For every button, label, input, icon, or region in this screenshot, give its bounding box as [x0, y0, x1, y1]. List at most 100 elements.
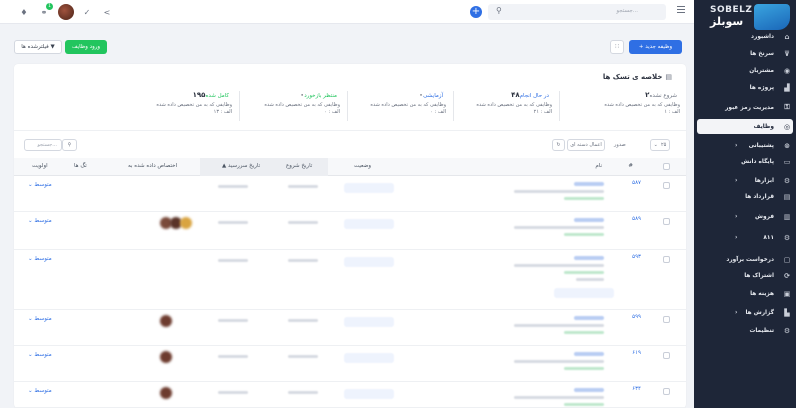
- sidebar-item[interactable]: ◉ مشتریان: [697, 63, 793, 78]
- table-search-icon[interactable]: ⚲: [62, 139, 77, 151]
- refresh-icon[interactable]: ↻: [552, 139, 565, 151]
- page-size-select[interactable]: ⌄ ۲۵: [650, 139, 670, 151]
- assignee-avatar[interactable]: [160, 351, 172, 363]
- status-pill[interactable]: [344, 317, 394, 327]
- assignee-avatar[interactable]: [160, 387, 172, 399]
- row-checkbox[interactable]: [663, 182, 670, 189]
- row-checkbox[interactable]: [663, 218, 670, 225]
- sidebar-item[interactable]: ▟ پروژه ها: [697, 80, 793, 95]
- col-id[interactable]: #: [628, 163, 633, 169]
- sidebar-item[interactable]: ▙ گزارش ها ›: [697, 305, 793, 320]
- sidebar-item[interactable]: ▥ فروش ›: [697, 209, 793, 224]
- table-row[interactable]: ۵۹۹ ⌄ متوسط: [14, 310, 686, 346]
- col-priority[interactable]: اولویت: [32, 163, 48, 169]
- sidebar-item[interactable]: ⚙ ۸۱۱ ›: [697, 230, 793, 245]
- bulk-actions-button[interactable]: اعمال دسته ای: [567, 139, 605, 151]
- task-meta: [564, 367, 604, 370]
- new-task-button[interactable]: + وظیفه جدید: [629, 40, 682, 54]
- table-row[interactable]: ۵۹۳ ⌄ متوسط: [14, 250, 686, 310]
- subtask-pill[interactable]: [554, 288, 614, 298]
- task-id-link[interactable]: ۵۹۹: [632, 314, 641, 320]
- priority-dropdown[interactable]: ⌄ متوسط: [28, 352, 52, 358]
- link-icon[interactable]: ⚭ 1: [37, 3, 53, 19]
- task-id-link[interactable]: ۵۹۳: [632, 254, 641, 260]
- grid-view-icon[interactable]: ∷: [610, 40, 624, 54]
- sidebar-item[interactable]: ⊽ سرنخ ها: [697, 46, 793, 61]
- sidebar-item[interactable]: ⚙ تنظیمات: [697, 323, 793, 338]
- row-checkbox[interactable]: [663, 388, 670, 395]
- col-start-date[interactable]: تاریخ شروع: [286, 163, 312, 169]
- priority-label: متوسط: [34, 388, 52, 394]
- status-pill[interactable]: [344, 389, 394, 399]
- assignee-avatar[interactable]: [160, 315, 172, 327]
- task-name-link[interactable]: [574, 182, 604, 186]
- col-status[interactable]: وضعیت: [354, 163, 371, 169]
- task-name-link[interactable]: [574, 352, 604, 356]
- sidebar-item[interactable]: ▣ هزینه ها: [697, 286, 793, 301]
- status-pill[interactable]: [344, 183, 394, 193]
- brand-logo[interactable]: SOBELZ سوبلز: [700, 4, 790, 30]
- task-id-link[interactable]: ۶۳۴: [632, 386, 641, 392]
- stat-testing[interactable]: ۰آزمایشی وظایفی که به من تخصیص داده شده ا…: [348, 91, 452, 125]
- status-pill[interactable]: [344, 353, 394, 363]
- gears-icon: ⚙: [783, 233, 791, 242]
- stat-awaiting-feedback[interactable]: ۰منتظر بازخورد وظایفی که به من تخصیص داد…: [240, 91, 346, 125]
- task-name-link[interactable]: [574, 218, 604, 222]
- share-icon[interactable]: <: [100, 5, 114, 19]
- page-size-value: ۲۵: [661, 142, 667, 148]
- task-id-link[interactable]: ۵۸۹: [632, 216, 641, 222]
- col-due-date[interactable]: ▲ تاریخ سررسید: [222, 163, 260, 169]
- task-id-link[interactable]: ۶۱۹: [632, 350, 641, 356]
- sidebar-item[interactable]: ⊚ پشتیبانی ›: [697, 138, 793, 153]
- priority-dropdown[interactable]: ⌄ متوسط: [28, 218, 52, 224]
- check-icon[interactable]: ✓: [80, 5, 94, 19]
- row-checkbox[interactable]: [663, 352, 670, 359]
- task-name-link[interactable]: [574, 388, 604, 392]
- filter-dropdown[interactable]: فیلترشده ها ▼: [14, 40, 62, 54]
- priority-dropdown[interactable]: ⌄ متوسط: [28, 388, 52, 394]
- quick-create-button[interactable]: +: [470, 6, 482, 18]
- sidebar-item[interactable]: ▤ قرارداد ها: [697, 189, 793, 204]
- col-name[interactable]: نام: [595, 163, 602, 169]
- task-subtitle: [514, 226, 604, 229]
- task-name-link[interactable]: [574, 316, 604, 320]
- priority-dropdown[interactable]: ⌄ متوسط: [28, 316, 52, 322]
- sidebar-item[interactable]: ◎ وظایف: [697, 119, 793, 134]
- report-icon: ▙: [784, 308, 790, 317]
- table-row[interactable]: ۶۳۴ ⌄ متوسط: [14, 382, 686, 408]
- priority-dropdown[interactable]: ⌄ متوسط: [28, 256, 52, 262]
- sidebar-item[interactable]: ⟳ اشتراک ها: [697, 268, 793, 283]
- stat-in-progress[interactable]: ۴۸در حال انجام وظایفی که به من تخصیص داد…: [454, 91, 558, 125]
- menu-icon[interactable]: [677, 6, 685, 16]
- sidebar-item[interactable]: ⚙ ابزارها ›: [697, 173, 793, 188]
- table-row[interactable]: ۵۸۹ ⌄ متوسط: [14, 212, 686, 250]
- assignee-avatar[interactable]: [180, 217, 192, 229]
- sidebar-item[interactable]: ▢ درخواست برآورد: [697, 252, 793, 267]
- export-button[interactable]: صدور: [614, 142, 626, 148]
- bell-icon[interactable]: ♦: [17, 5, 31, 19]
- status-pill[interactable]: [344, 219, 394, 229]
- table-search-input[interactable]: جستجو...: [24, 139, 62, 151]
- row-checkbox[interactable]: [663, 316, 670, 323]
- import-tasks-button[interactable]: ورود وظایف: [65, 40, 107, 54]
- select-all-checkbox[interactable]: [663, 163, 670, 170]
- priority-label: متوسط: [34, 218, 52, 224]
- priority-dropdown[interactable]: ⌄ متوسط: [28, 182, 52, 188]
- global-search[interactable]: ⚲ جستجو...: [488, 4, 666, 20]
- stat-completed[interactable]: ۱۹۵کامل شده وظایفی که به من تخصیص داده ش…: [124, 91, 238, 125]
- col-tags[interactable]: تگ ها: [74, 163, 87, 169]
- task-name-link[interactable]: [574, 256, 604, 260]
- user-avatar[interactable]: [58, 4, 74, 20]
- row-checkbox[interactable]: [663, 256, 670, 263]
- stat-not-started[interactable]: ۲شروع نشده وظایفی که به من تخصیص داده شد…: [560, 91, 686, 125]
- col-assigned[interactable]: اختصاص داده شده به: [128, 163, 177, 169]
- sidebar-item[interactable]: ▭ پایگاه دانش: [697, 154, 793, 169]
- stat-desc: وظایفی که به من تخصیص داده شده: [476, 102, 552, 108]
- table-row[interactable]: ۵۸۷ ⌄ متوسط: [14, 176, 686, 212]
- sidebar-item[interactable]: ⚿ مدیریت رمز عبور ›: [697, 100, 793, 115]
- table-row[interactable]: ۶۱۹ ⌄ متوسط: [14, 346, 686, 382]
- search-icon: ⚲: [496, 6, 502, 15]
- status-pill[interactable]: [344, 257, 394, 267]
- task-id-link[interactable]: ۵۸۷: [632, 180, 641, 186]
- sidebar-item[interactable]: ⌂ داشبورد: [697, 29, 793, 44]
